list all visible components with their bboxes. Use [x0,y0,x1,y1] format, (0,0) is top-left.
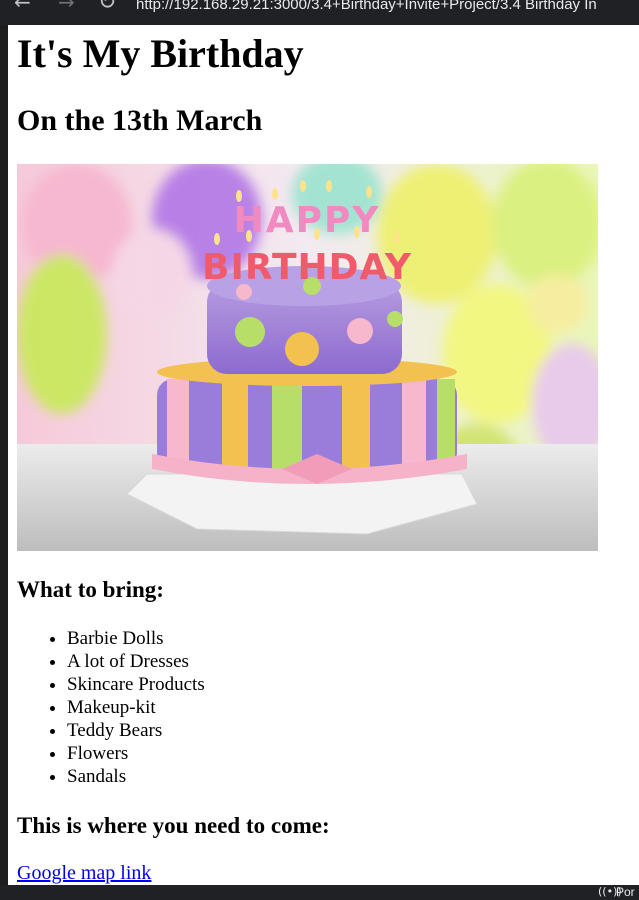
page-title: It's My Birthday [17,31,304,76]
google-map-link[interactable]: Google map link [17,861,151,885]
reload-icon[interactable]: ↻ [98,0,116,15]
address-bar[interactable]: http://192.168.29.21:3000/3.4+Birthday+I… [136,0,597,13]
browser-toolbar: ← → ↻ http://192.168.29.21:3000/3.4+Birt… [0,0,639,25]
list-item: A lot of Dresses [67,650,627,673]
svg-text:BIRTHDAY: BIRTHDAY [202,247,412,288]
list-item: Barbie Dolls [67,627,627,650]
list-item: Flowers [67,742,627,765]
birthday-cake-image: HAPPY BIRTHDAY [17,164,598,551]
page-viewport: It's My Birthday On the 13th March HAPPY… [8,25,639,885]
taskbar-label[interactable]: Por [616,885,635,899]
list-item: Makeup-kit [67,696,627,719]
date-heading: On the 13th March [17,104,263,137]
list-item: Teddy Bears [67,719,627,742]
back-arrow-icon[interactable]: ← [14,0,31,14]
taskbar: ((•)) Por [0,885,639,900]
page-content: It's My Birthday On the 13th March HAPPY… [17,25,627,885]
bring-list: Barbie Dolls A lot of Dresses Skincare P… [17,627,627,788]
location-heading: This is where you need to come: [17,813,330,838]
list-item: Sandals [67,765,627,788]
list-item: Skincare Products [67,673,627,696]
bring-heading: What to bring: [17,577,164,602]
forward-arrow-icon[interactable]: → [58,0,75,14]
